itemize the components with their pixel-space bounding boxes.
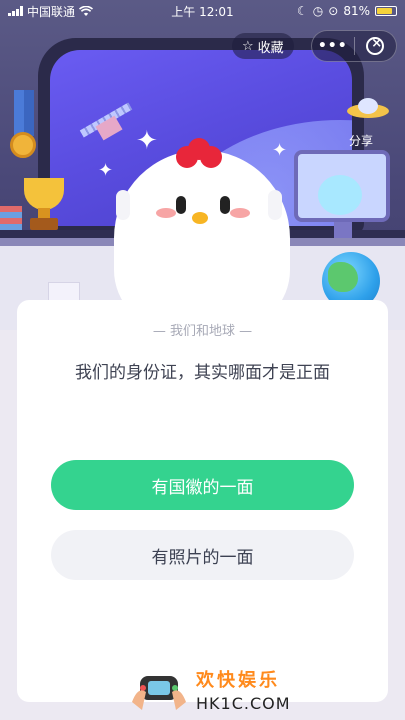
favorite-button[interactable]: ☆ 收藏 — [232, 33, 294, 59]
status-time: 上午 12:01 — [171, 4, 234, 19]
close-button[interactable] — [354, 36, 396, 55]
alien-illustration — [318, 175, 362, 215]
lock-rotation-icon: ⊙ — [328, 4, 339, 18]
globe-land — [328, 262, 358, 292]
chicken-comb — [176, 138, 222, 168]
moon-icon: ☾ — [297, 4, 308, 18]
wifi-icon — [79, 5, 94, 16]
medal-icon — [10, 132, 36, 158]
chicken-cheek — [156, 208, 176, 218]
share-label[interactable]: 分享 — [349, 132, 373, 149]
question-category: — 我们和地球 — — [152, 324, 253, 339]
trophy-base — [30, 218, 58, 230]
chicken-eye — [220, 196, 230, 214]
share-ufo-icon[interactable] — [346, 96, 390, 120]
status-bar: 中国联通 上午 12:01 ☾ ◷ ⊙ 81% — [0, 0, 405, 22]
chicken-cheek — [230, 208, 250, 218]
medal-ribbon — [24, 90, 34, 136]
chicken-wing — [268, 190, 282, 220]
medal-ribbon — [14, 90, 24, 136]
books-illustration — [0, 206, 22, 230]
sparkle-icon: ✦ — [136, 126, 158, 156]
favorite-label: 收藏 — [257, 40, 284, 56]
watermark-url: HK1C.COM — [196, 694, 291, 713]
star-icon: ☆ — [242, 38, 254, 54]
watermark-title: 欢快娱乐 — [196, 670, 280, 691]
chicken-eye — [176, 196, 186, 214]
gamepad-hands-icon — [132, 676, 186, 710]
signal-icon — [8, 6, 23, 16]
carrier-name: 中国联通 — [27, 4, 76, 19]
mini-program-capsule: ••• — [311, 30, 397, 62]
close-icon — [366, 36, 385, 55]
answer-option-emblem-side[interactable]: 有国徽的一面 — [51, 460, 354, 510]
chicken-beak — [192, 212, 208, 224]
chicken-wing — [116, 190, 130, 220]
sparkle-icon: ✦ — [272, 140, 288, 161]
monitor-stand — [334, 222, 352, 238]
more-button[interactable]: ••• — [312, 38, 354, 54]
sparkle-icon: ✦ — [98, 160, 114, 181]
answer-option-photo-side[interactable]: 有照片的一面 — [51, 530, 354, 580]
alarm-icon: ◷ — [312, 4, 324, 18]
battery-percent: 81% — [343, 4, 370, 18]
battery-icon — [375, 6, 397, 16]
question-card: — 我们和地球 — 我们的身份证，其实哪面才是正面 有国徽的一面 有照片的一面 — [17, 300, 388, 702]
question-text: 我们的身份证，其实哪面才是正面 — [75, 363, 330, 383]
